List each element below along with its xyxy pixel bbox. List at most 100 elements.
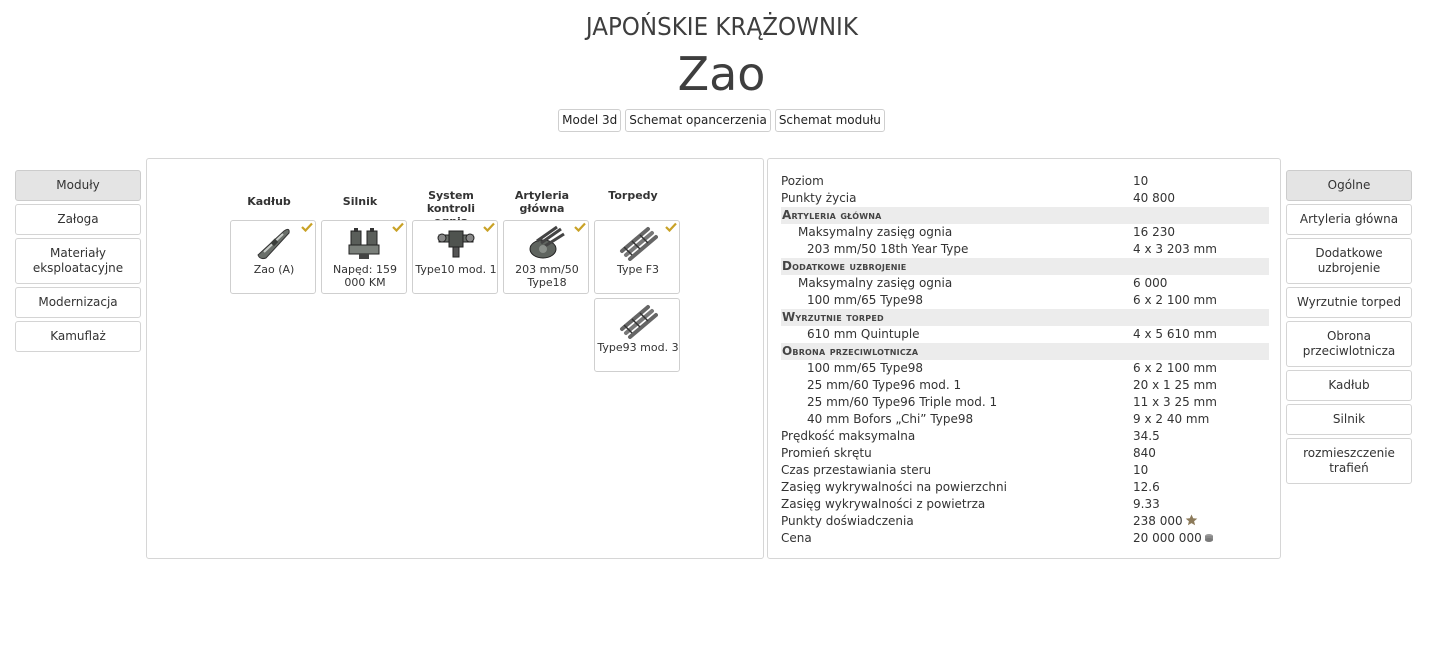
nav-upgrades[interactable]: Modernizacja bbox=[15, 287, 141, 318]
stat-value: 840 bbox=[1133, 445, 1156, 462]
stat-value-text: 34.5 bbox=[1133, 429, 1160, 443]
nav-engine[interactable]: Silnik bbox=[1286, 404, 1412, 435]
stat-label: 100 mm/65 Type98 bbox=[807, 361, 924, 375]
nav-modules[interactable]: Moduły bbox=[15, 170, 141, 201]
selected-check-icon bbox=[392, 222, 404, 232]
stat-label: Promień skrętu bbox=[781, 446, 872, 460]
stats-row: 25 mm/60 Type96 mod. 1 20 x 1 25 mm bbox=[781, 377, 1269, 394]
stat-label: 100 mm/65 Type98 bbox=[807, 293, 924, 307]
stat-value: 16 230 bbox=[1133, 224, 1175, 241]
stat-value: 20 000 000 bbox=[1133, 530, 1214, 547]
stat-value-text: 10 bbox=[1133, 463, 1149, 477]
stat-label: Prędkość maksymalna bbox=[781, 429, 916, 443]
nav-general[interactable]: Ogólne bbox=[1286, 170, 1412, 201]
stats-panel: Poziom 10 Punkty życia 40 800 Artyleria głów… bbox=[767, 158, 1281, 559]
nav-hull[interactable]: Kadłub bbox=[1286, 370, 1412, 401]
stats-section-header: Obrona przeciwlotnicza bbox=[781, 343, 1269, 360]
stats-row: Cena 20 000 000 bbox=[781, 530, 1269, 547]
stat-label: Zasięg wykrywalności z powietrza bbox=[781, 497, 986, 511]
stats-row: Prędkość maksymalna 34.5 bbox=[781, 428, 1269, 445]
stats-row: 610 mm Quintuple 4 x 5 610 mm bbox=[781, 326, 1269, 343]
stat-value: 11 x 3 25 mm bbox=[1133, 394, 1217, 411]
stats-row: 100 mm/65 Type98 6 x 2 100 mm bbox=[781, 292, 1269, 309]
module-card-fire-control[interactable]: Type10 mod. 1 bbox=[412, 220, 498, 294]
stats-row: 100 mm/65 Type98 6 x 2 100 mm bbox=[781, 360, 1269, 377]
stats-row: Zasięg wykrywalności na powierzchni 12.6 bbox=[781, 479, 1269, 496]
stats-row: Punkty doświadczenia 238 000 bbox=[781, 513, 1269, 530]
stat-label: Punkty doświadczenia bbox=[781, 514, 914, 528]
selected-check-icon bbox=[483, 222, 495, 232]
stat-value-text: 20 000 000 bbox=[1133, 531, 1202, 545]
module-label: 203 mm/50 Type18 bbox=[515, 263, 579, 289]
stat-value: 34.5 bbox=[1133, 428, 1160, 445]
nav-hit-locations[interactable]: rozmieszczenie trafień bbox=[1286, 438, 1412, 484]
stat-value: 40 800 bbox=[1133, 190, 1175, 207]
ship-name: Zao bbox=[677, 47, 766, 101]
module-card-main-battery[interactable]: 203 mm/50 Type18 bbox=[503, 220, 589, 294]
left-nav: Moduły Załoga Materiały eksploatacyjne M… bbox=[15, 170, 141, 355]
stat-value-text: 9.33 bbox=[1133, 497, 1160, 511]
stats-table: Poziom 10 Punkty życia 40 800 Artyleria głów… bbox=[781, 173, 1269, 547]
nav-secondary-armament[interactable]: Dodatkowe uzbrojenie bbox=[1286, 238, 1412, 284]
stats-section-header: Wyrzutnie torped bbox=[781, 309, 1269, 326]
armor-scheme-button[interactable]: Schemat opancerzenia bbox=[625, 109, 771, 132]
stats-section-header: Artyleria główna bbox=[781, 207, 1269, 224]
nav-crew[interactable]: Załoga bbox=[15, 204, 141, 235]
nav-torpedo-tubes[interactable]: Wyrzutnie torped bbox=[1286, 287, 1412, 318]
nav-camouflage[interactable]: Kamuflaż bbox=[15, 321, 141, 352]
module-scheme-button[interactable]: Schemat modułu bbox=[774, 109, 885, 132]
column-title-main-battery: Artyleria główna bbox=[514, 189, 570, 215]
stats-row: Maksymalny zasięg ognia 6 000 bbox=[781, 275, 1269, 292]
stat-value-text: 10 bbox=[1133, 174, 1149, 188]
stat-value: 4 x 5 610 mm bbox=[1133, 326, 1217, 343]
stat-value-text: 9 x 2 40 mm bbox=[1133, 412, 1210, 426]
module-card-torpedo-f3[interactable]: Type F3 bbox=[594, 220, 680, 294]
page-header: JAPOŃSKIE KRĄŻOWNIK Zao bbox=[0, 10, 1443, 102]
stat-label: Czas przestawiania steru bbox=[781, 463, 932, 477]
torpedo-icon bbox=[620, 227, 658, 261]
view-buttons: Model 3d Schemat opancerzenia Schemat mo… bbox=[0, 109, 1443, 132]
selected-check-icon bbox=[574, 222, 586, 232]
stats-row: Poziom 10 bbox=[781, 173, 1269, 190]
stat-value-text: 4 x 3 203 mm bbox=[1133, 242, 1217, 256]
stat-value: 20 x 1 25 mm bbox=[1133, 377, 1217, 394]
stat-value-text: 6 x 2 100 mm bbox=[1133, 293, 1217, 307]
stat-label: 203 mm/50 18th Year Type bbox=[807, 242, 969, 256]
column-title-engine: Silnik bbox=[342, 195, 378, 208]
stat-value: 4 x 3 203 mm bbox=[1133, 241, 1217, 258]
stat-value: 238 000 bbox=[1133, 513, 1198, 530]
module-card-torpedo-type93[interactable]: Type93 mod. 3 bbox=[594, 298, 680, 372]
model-3d-button[interactable]: Model 3d bbox=[558, 109, 622, 132]
column-title-torpedoes: Torpedy bbox=[608, 189, 658, 202]
stat-label: Zasięg wykrywalności na powierzchni bbox=[781, 480, 1007, 494]
selected-check-icon bbox=[665, 222, 677, 232]
section-title: Artyleria główna bbox=[782, 208, 882, 222]
stats-row: Promień skrętu 840 bbox=[781, 445, 1269, 462]
stat-value-text: 20 x 1 25 mm bbox=[1133, 378, 1217, 392]
stat-label: Maksymalny zasięg ognia bbox=[798, 276, 953, 290]
stats-row: 203 mm/50 18th Year Type 4 x 3 203 mm bbox=[781, 241, 1269, 258]
module-label: Type F3 bbox=[616, 263, 660, 276]
modules-panel: Kadłub Silnik System kontroli ognia Arty… bbox=[146, 158, 764, 559]
hull-icon bbox=[257, 228, 290, 260]
stat-value-text: 840 bbox=[1133, 446, 1156, 460]
credits-icon bbox=[1204, 534, 1213, 542]
stat-value: 6 000 bbox=[1133, 275, 1167, 292]
stat-value-text: 6 000 bbox=[1133, 276, 1168, 290]
stat-value: 9.33 bbox=[1133, 496, 1160, 513]
stat-value-text: 6 x 2 100 mm bbox=[1133, 361, 1217, 375]
nav-main-battery[interactable]: Artyleria główna bbox=[1286, 204, 1412, 235]
stats-row: 25 mm/60 Type96 Triple mod. 1 11 x 3 25 m… bbox=[781, 394, 1269, 411]
xp-star-icon bbox=[1185, 514, 1197, 526]
stat-value-text: 12.6 bbox=[1133, 480, 1160, 494]
section-title: Dodatkowe uzbrojenie bbox=[782, 259, 907, 273]
nav-consumables[interactable]: Materiały eksploatacyjne bbox=[15, 238, 141, 284]
stats-row: 40 mm Bofors „Chi” Type98 9 x 2 40 mm bbox=[781, 411, 1269, 428]
module-card-engine[interactable]: Napęd: 159 000 KM bbox=[321, 220, 407, 294]
module-card-hull[interactable]: Zao (A) bbox=[230, 220, 316, 294]
stat-value-text: 238 000 bbox=[1133, 514, 1183, 528]
stats-row: Czas przestawiania steru 10 bbox=[781, 462, 1269, 479]
nav-aa-defense[interactable]: Obrona przeciwlotnicza bbox=[1286, 321, 1412, 367]
stat-value: 9 x 2 40 mm bbox=[1133, 411, 1209, 428]
module-label: Zao (A) bbox=[253, 263, 295, 276]
